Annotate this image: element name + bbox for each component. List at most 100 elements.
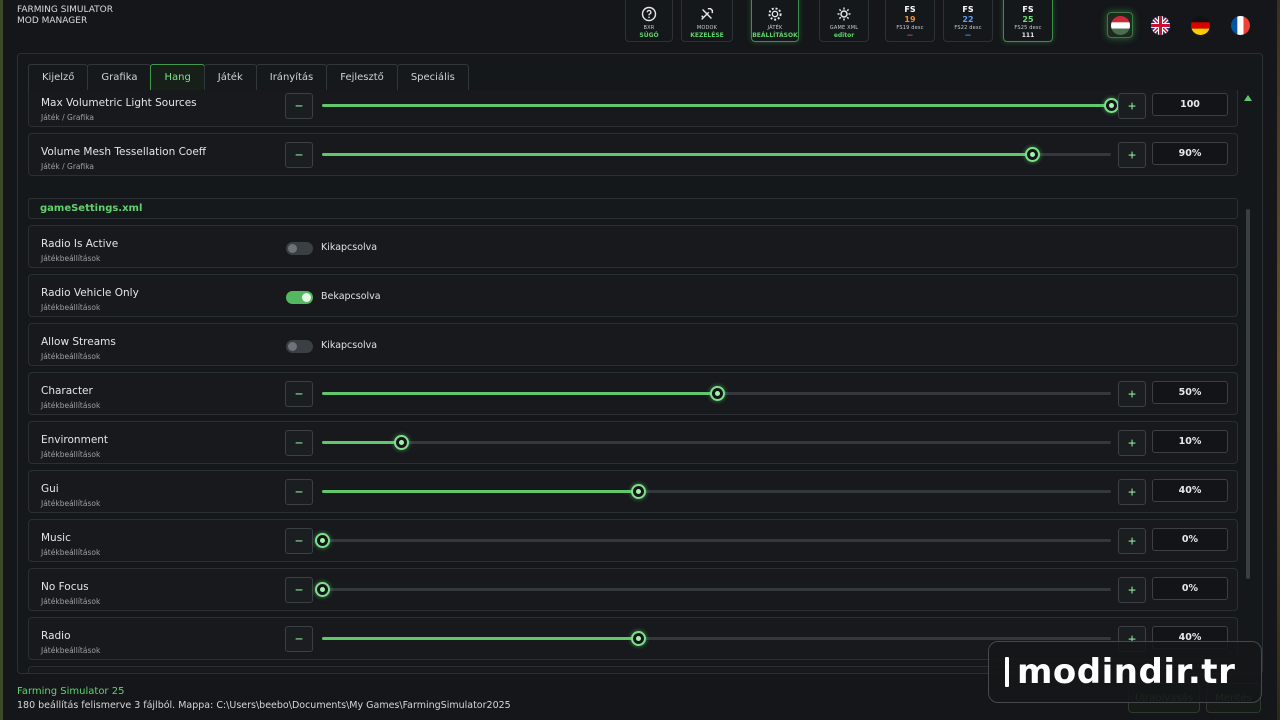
value-field[interactable]: 40% [1152, 479, 1228, 502]
value-field[interactable]: 90% [1152, 142, 1228, 165]
slider-thumb[interactable] [1025, 147, 1041, 162]
setting-category: Játékbeállítások [41, 548, 101, 557]
value-field[interactable]: 100 [1152, 93, 1228, 116]
toolbar-button-3[interactable]: GAME XML editor [819, 0, 869, 42]
gear-icon [767, 6, 783, 22]
footer-status: 180 beállítás felismerve 3 fájlból. Mapp… [17, 700, 511, 711]
language-button-3[interactable] [1227, 12, 1253, 38]
setting-title: No Focus [41, 581, 89, 593]
toggle-state-label: Bekapcsolva [321, 291, 381, 302]
scrollbar-thumb[interactable] [1246, 209, 1250, 579]
decrease-button[interactable]: − [285, 479, 313, 505]
value-field[interactable]: 50% [1152, 381, 1228, 404]
slider-fill [322, 392, 717, 395]
setting-title: Environment [41, 434, 109, 446]
section-header: gameSettings.xml [28, 198, 1238, 219]
slider-track[interactable] [322, 484, 1111, 499]
toolbar-button-label: editor [833, 32, 855, 39]
toolbar-button-2[interactable]: JÁTÉK BEÁLLÍTÁSOK [751, 0, 799, 42]
toggle-knob [288, 244, 297, 253]
toolbar-button-4[interactable]: FS 19 FS19 desc — [885, 0, 935, 42]
tab-2[interactable]: Hang [150, 64, 205, 91]
increase-button[interactable]: + [1118, 142, 1146, 168]
decrease-button[interactable]: − [285, 626, 313, 652]
slider-track[interactable] [322, 435, 1111, 450]
tab-6[interactable]: Speciális [396, 64, 469, 91]
slider-thumb[interactable] [1104, 98, 1119, 113]
setting-title: Radio Vehicle Only [41, 287, 139, 299]
language-button-1[interactable] [1147, 12, 1173, 38]
slider-track[interactable] [315, 533, 1111, 548]
toggle-switch[interactable] [286, 242, 313, 255]
increase-button[interactable]: + [1118, 381, 1146, 407]
setting-category: Játékbeállítások [41, 450, 101, 459]
tab-5[interactable]: Fejlesztő [326, 64, 398, 91]
language-button-0[interactable] [1107, 12, 1133, 38]
fs-logo-icon: FS 22 [962, 4, 974, 24]
increase-button[interactable]: + [1118, 93, 1146, 119]
toolbar-button-label: SÚGÓ [639, 32, 659, 39]
scroll-up-arrow-icon[interactable] [1244, 95, 1252, 101]
toolbar-button-label: BEÁLLÍTÁSOK [752, 32, 798, 39]
app-title-line2: MOD MANAGER [17, 16, 88, 26]
toolbar-button-5[interactable]: FS 22 FS22 desc — [943, 0, 993, 42]
increase-button[interactable]: + [1118, 430, 1146, 456]
increase-button[interactable]: + [1118, 577, 1146, 603]
decrease-button[interactable]: − [285, 577, 313, 603]
toolbar-button-6[interactable]: FS 25 FS25 desc 111 [1003, 0, 1053, 42]
setting-category: Játék / Grafika [41, 113, 95, 122]
setting-title: Radio Is Active [41, 238, 119, 250]
setting-row: Radio Is Active Játékbeállítások Kikapcsol… [28, 225, 1238, 268]
slider-thumb[interactable] [709, 386, 725, 401]
setting-category: Játékbeállítások [41, 352, 101, 361]
toggle-switch[interactable] [286, 291, 313, 304]
decrease-button[interactable]: − [285, 430, 313, 456]
setting-row: Allow Streams Játékbeállítások Kikapcsolva [28, 323, 1238, 366]
setting-row: Environment Játékbeállítások − +10% [28, 421, 1238, 464]
fs-badge-number: 22 [962, 14, 974, 24]
app-title-line1: FARMING SIMULATOR [17, 5, 113, 15]
tab-4[interactable]: Irányítás [255, 64, 328, 91]
slider-track[interactable] [322, 147, 1111, 162]
app-title: FARMING SIMULATOR MOD MANAGER [17, 5, 113, 27]
tab-3[interactable]: Játék [203, 64, 257, 91]
window-edge-left [0, 0, 3, 720]
slider-fill [322, 637, 638, 640]
decrease-button[interactable]: − [285, 93, 313, 119]
slider-fill [322, 441, 401, 444]
toolbar-button-caption: FS25 desc [1014, 25, 1042, 31]
slider-track[interactable] [322, 631, 1111, 646]
toolbar-button-caption: FS22 desc [954, 25, 982, 31]
increase-button[interactable]: + [1118, 528, 1146, 554]
toggle-switch[interactable] [286, 340, 313, 353]
setting-title: Music [41, 532, 71, 544]
tab-1[interactable]: Grafika [87, 64, 152, 91]
settings-list: Max Volumetric Light Sources Játék / Graf… [28, 90, 1238, 673]
slider-track[interactable] [315, 582, 1111, 597]
increase-button[interactable]: + [1118, 479, 1146, 505]
hungarian-flag-icon [1110, 15, 1130, 35]
toggle-knob [288, 342, 297, 351]
toolbar-button-caption: FS19 desc [896, 25, 924, 31]
toolbar-button-caption: MODOK [696, 25, 718, 31]
toolbar-button-0[interactable]: BXR SÚGÓ [625, 0, 673, 42]
value-field[interactable]: 10% [1152, 430, 1228, 453]
slider-thumb[interactable] [630, 631, 646, 646]
slider-track[interactable] [322, 386, 1111, 401]
slider-thumb[interactable] [630, 484, 646, 499]
fs-logo-icon: FS 25 [1022, 4, 1034, 24]
slider-track[interactable] [322, 98, 1119, 113]
watermark-logo: modindir.tr [988, 641, 1262, 703]
slider-thumb[interactable] [315, 582, 330, 597]
slider-thumb[interactable] [393, 435, 409, 450]
language-button-2[interactable] [1187, 12, 1213, 38]
decrease-button[interactable]: − [285, 381, 313, 407]
value-field[interactable]: 0% [1152, 577, 1228, 600]
decrease-button[interactable]: − [285, 142, 313, 168]
decrease-button[interactable]: − [285, 528, 313, 554]
slider-thumb[interactable] [315, 533, 330, 548]
toolbar-button-1[interactable]: MODOK KEZELÉSE [681, 0, 733, 42]
setting-category: Játékbeállítások [41, 303, 101, 312]
tab-0[interactable]: Kijelző [28, 64, 89, 91]
value-field[interactable]: 0% [1152, 528, 1228, 551]
